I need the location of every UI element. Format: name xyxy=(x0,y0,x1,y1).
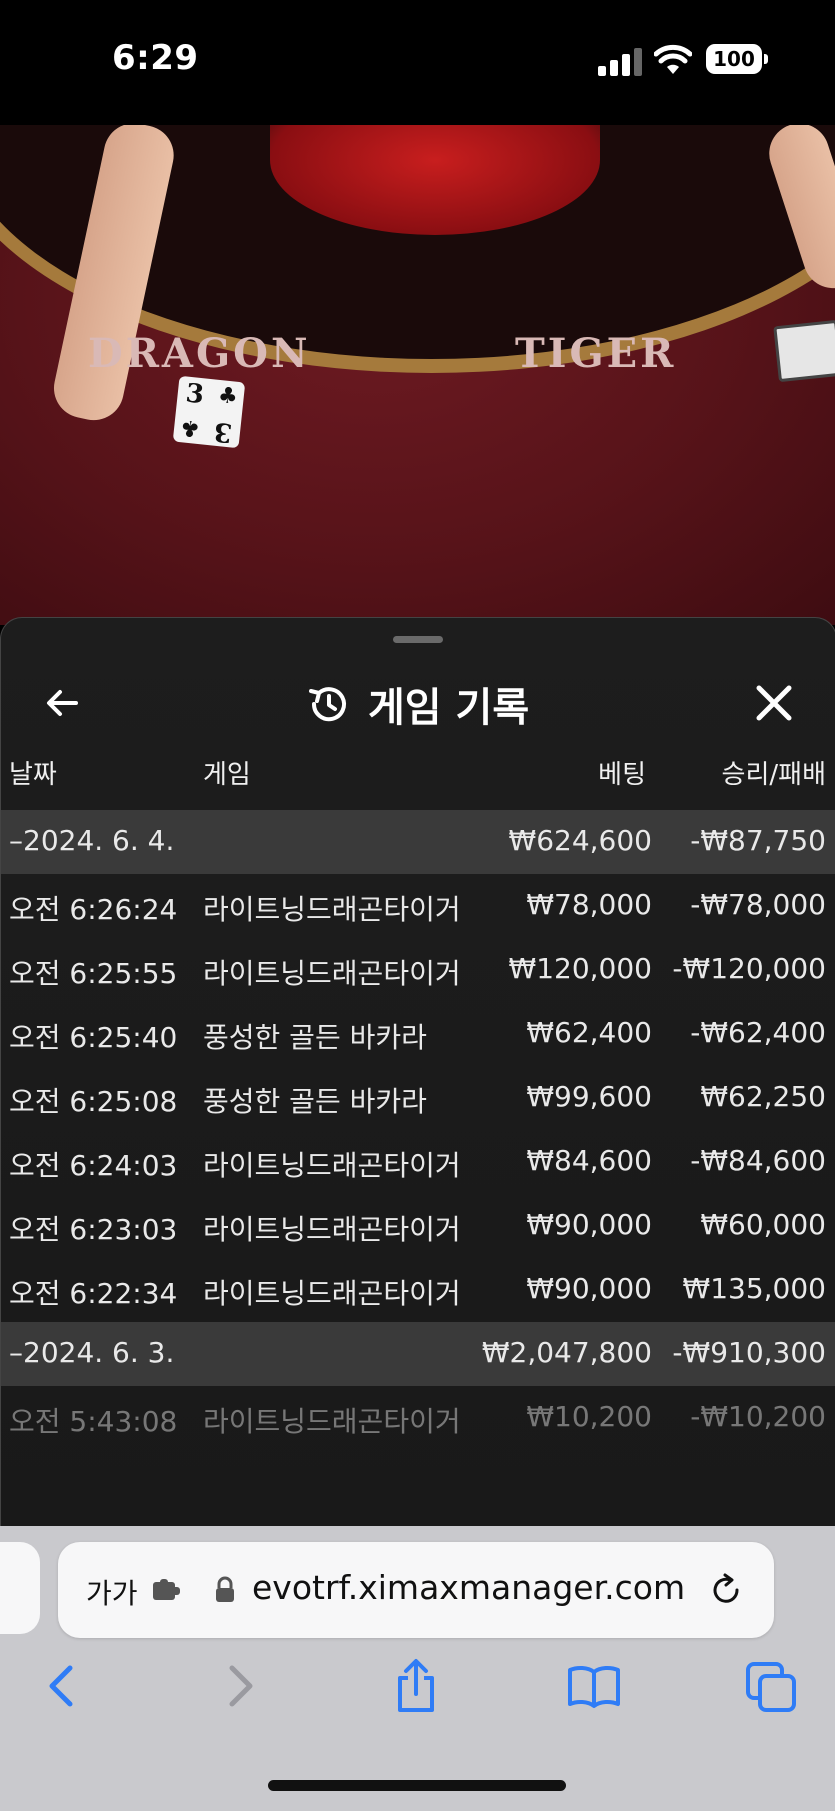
game-cell: 라이트닝드래곤타이거 xyxy=(203,1405,461,1438)
address-bar[interactable]: 가가 evotrf.ximaxmanager.com xyxy=(58,1542,774,1638)
tabs-button[interactable] xyxy=(742,1656,802,1716)
game-cell: 라이트닝드래곤타이거 xyxy=(203,1277,461,1310)
url-text[interactable]: evotrf.ximaxmanager.com xyxy=(252,1568,685,1607)
date-group-row[interactable]: –2024. 6. 3. ₩2,047,800 -₩910,300 xyxy=(1,1322,835,1386)
game-cell: 라이트닝드래곤타이거 xyxy=(203,957,461,990)
result-total-cell: -₩87,750 xyxy=(690,824,826,857)
result-cell: -₩10,200 xyxy=(690,1400,826,1433)
card-shoe xyxy=(773,319,835,383)
back-button[interactable] xyxy=(37,678,87,728)
share-icon xyxy=(398,1659,434,1712)
bookmarks-button[interactable] xyxy=(564,1656,624,1716)
game-cell: 라이트닝드래곤타이거 xyxy=(203,893,461,926)
chevron-left-icon xyxy=(49,1665,73,1707)
table-row[interactable]: 오전 6:23:03 라이트닝드래곤타이거 ₩90,000 ₩60,000 xyxy=(1,1194,835,1258)
game-cell: 풍성한 골든 바카라 xyxy=(203,1085,427,1118)
column-header-game[interactable]: 게임 xyxy=(203,754,251,794)
result-cell: ₩135,000 xyxy=(682,1272,826,1305)
chevron-right-icon xyxy=(229,1665,253,1707)
bet-cell: ₩62,400 xyxy=(526,1016,652,1049)
table-row[interactable]: 오전 6:25:08 풍성한 골든 바카라 ₩99,600 ₩62,250 xyxy=(1,1066,835,1130)
bet-cell: ₩90,000 xyxy=(526,1272,652,1305)
table-row[interactable]: 오전 6:24:03 라이트닝드래곤타이거 ₩84,600 -₩84,600 xyxy=(1,1130,835,1194)
panel-header: 게임 기록 xyxy=(1,658,835,748)
column-header-bet[interactable]: 베팅 xyxy=(598,754,646,794)
history-table: –2024. 6. 4. ₩624,600 -₩87,750 오전 6:26:2… xyxy=(1,810,835,1450)
time-cell: 오전 6:26:24 xyxy=(9,893,178,926)
time-cell: 오전 6:24:03 xyxy=(9,1149,178,1182)
back-arrow-icon xyxy=(47,690,78,716)
result-cell: ₩62,250 xyxy=(700,1080,826,1113)
reload-icon[interactable] xyxy=(708,1572,744,1608)
result-cell: -₩62,400 xyxy=(690,1016,826,1049)
bet-cell: ₩10,200 xyxy=(526,1400,652,1433)
result-cell: -₩84,600 xyxy=(690,1144,826,1177)
game-cell: 풍성한 골든 바카라 xyxy=(203,1021,427,1054)
time-cell: 오전 6:23:03 xyxy=(9,1213,178,1246)
table-row[interactable]: 오전 6:25:55 라이트닝드래곤타이거 ₩120,000 -₩120,000 xyxy=(1,938,835,1002)
result-total-cell: -₩910,300 xyxy=(672,1336,826,1369)
bet-cell: ₩84,600 xyxy=(526,1144,652,1177)
close-icon xyxy=(756,685,792,721)
table-row[interactable]: 오전 6:26:24 라이트닝드래곤타이거 ₩78,000 -₩78,000 xyxy=(1,874,835,938)
tabs-icon xyxy=(746,1662,796,1712)
time-cell: 오전 6:25:55 xyxy=(9,957,178,990)
result-cell: -₩120,000 xyxy=(672,952,826,985)
bet-total-cell: ₩2,047,800 xyxy=(481,1336,652,1369)
bet-cell: ₩90,000 xyxy=(526,1208,652,1241)
share-button[interactable] xyxy=(386,1656,446,1716)
status-bar: 6:29 100 xyxy=(0,0,835,125)
game-history-panel: 게임 기록 날짜 게임 베팅 승리/패배 –2024. 6. 4. ₩624,6… xyxy=(0,617,835,1528)
previous-tab-stub[interactable] xyxy=(0,1542,40,1634)
date-cell: –2024. 6. 3. xyxy=(9,1336,175,1369)
game-cell: 라이트닝드래곤타이거 xyxy=(203,1149,461,1182)
scroll-fade xyxy=(1,1458,835,1528)
status-time: 6:29 xyxy=(112,38,199,78)
table-row[interactable]: 오전 6:25:40 풍성한 골든 바카라 ₩62,400 -₩62,400 xyxy=(1,1002,835,1066)
live-video: DRAGON TIGER 3 ♣ 3 ♣ xyxy=(0,125,835,625)
bookmarks-icon xyxy=(568,1665,620,1708)
extension-icon[interactable] xyxy=(150,1576,184,1604)
cellular-signal-icon xyxy=(598,48,642,76)
time-cell: 오전 6:22:34 xyxy=(9,1277,178,1310)
result-cell: -₩78,000 xyxy=(690,888,826,921)
result-cell: ₩60,000 xyxy=(700,1208,826,1241)
table-row[interactable]: 오전 5:43:08 라이트닝드래곤타이거 ₩10,200 -₩10,200 xyxy=(1,1386,835,1450)
game-cell: 라이트닝드래곤타이거 xyxy=(203,1213,461,1246)
forward-nav-button[interactable] xyxy=(210,1656,270,1716)
date-cell: –2024. 6. 4. xyxy=(9,824,175,857)
battery-icon: 100 xyxy=(706,44,762,74)
bet-cell: ₩99,600 xyxy=(526,1080,652,1113)
close-button[interactable] xyxy=(749,678,799,728)
panel-title: 게임 기록 xyxy=(368,685,530,731)
column-header-result[interactable]: 승리/패배 xyxy=(722,754,826,794)
bet-cell: ₩78,000 xyxy=(526,888,652,921)
back-nav-button[interactable] xyxy=(32,1656,92,1716)
bet-cell: ₩120,000 xyxy=(508,952,652,985)
wifi-icon xyxy=(654,44,692,74)
time-cell: 오전 6:25:40 xyxy=(9,1021,178,1054)
dragon-label: DRAGON xyxy=(88,330,311,377)
playing-card: 3 ♣ 3 ♣ xyxy=(172,375,246,449)
time-cell: 오전 5:43:08 xyxy=(9,1405,178,1438)
tiger-label: TIGER xyxy=(515,330,677,377)
home-indicator xyxy=(268,1780,566,1791)
panel-title-group: 게임 기록 xyxy=(306,676,529,732)
history-icon xyxy=(309,687,346,722)
battery-tip xyxy=(764,54,768,64)
lock-icon xyxy=(216,1576,234,1602)
date-group-row[interactable]: –2024. 6. 4. ₩624,600 -₩87,750 xyxy=(1,810,835,874)
browser-toolbar: 가가 evotrf.ximaxmanager.com xyxy=(0,1526,835,1811)
column-header-date[interactable]: 날짜 xyxy=(9,754,57,794)
time-cell: 오전 6:25:08 xyxy=(9,1085,178,1118)
table-row[interactable]: 오전 6:22:34 라이트닝드래곤타이거 ₩90,000 ₩135,000 xyxy=(1,1258,835,1322)
text-size-button[interactable]: 가가 xyxy=(86,1572,138,1612)
sheet-grabber[interactable] xyxy=(393,636,443,643)
bet-total-cell: ₩624,600 xyxy=(508,824,652,857)
